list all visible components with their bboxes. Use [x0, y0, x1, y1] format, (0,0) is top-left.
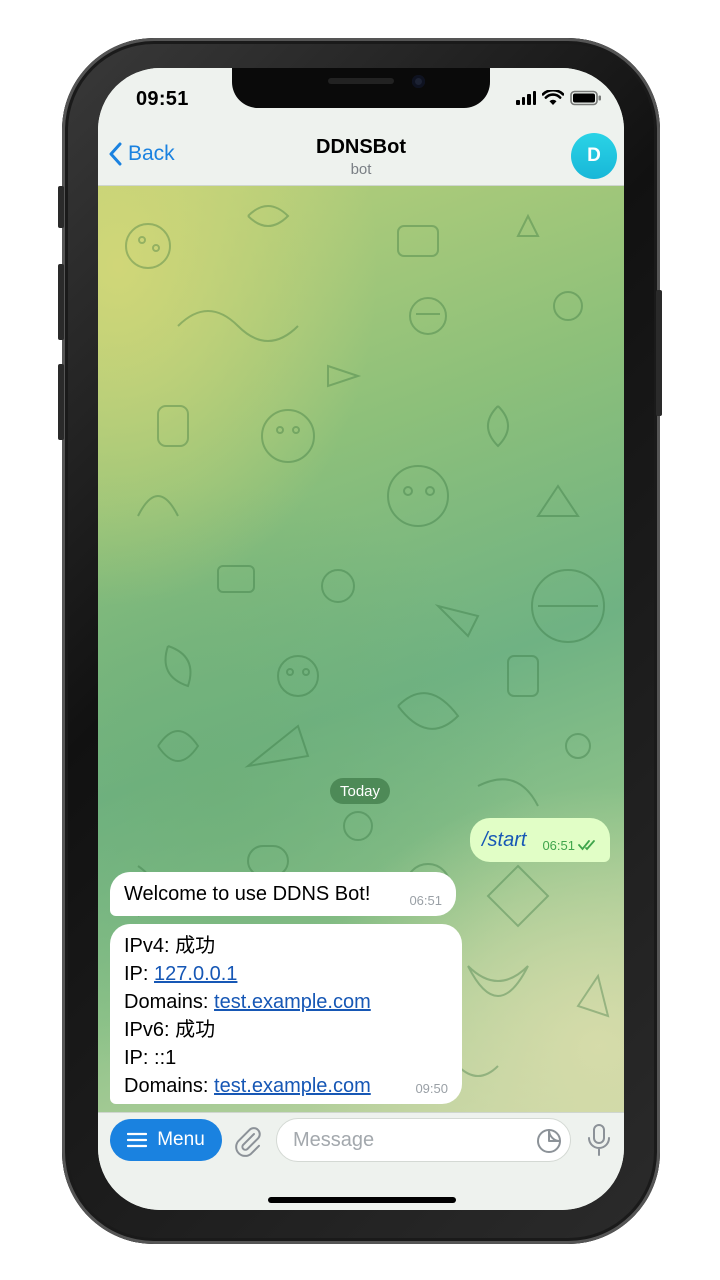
chat-area[interactable]: Today /start 06:51 Welcome to use DDNS B… — [98, 186, 624, 1112]
home-indicator[interactable] — [268, 1197, 456, 1203]
message-line: Domains: test.example.com — [124, 991, 371, 1013]
chat-subtitle: bot — [350, 161, 372, 178]
menu-button-label: Menu — [157, 1129, 205, 1150]
cellular-signal-icon — [516, 91, 536, 105]
notch — [232, 68, 490, 108]
status-icons — [516, 90, 602, 106]
message-line: Domains: test.example.com — [124, 1075, 371, 1097]
incoming-message[interactable]: Welcome to use DDNS Bot! 06:51 — [110, 872, 456, 916]
date-separator: Today — [330, 778, 391, 804]
microphone-icon[interactable] — [586, 1123, 612, 1157]
message-time: 06:51 — [542, 837, 575, 853]
sticker-icon[interactable] — [536, 1128, 562, 1154]
domain-link[interactable]: test.example.com — [214, 991, 371, 1013]
ip-link[interactable]: 127.0.0.1 — [154, 963, 237, 985]
avatar[interactable]: D — [571, 133, 617, 179]
message-line: IP: 127.0.0.1 — [124, 963, 238, 985]
message-time: 09:50 — [415, 1081, 448, 1096]
message-input-field — [276, 1118, 571, 1162]
volume-down-button — [58, 364, 64, 440]
double-check-icon — [578, 840, 595, 851]
battery-icon — [570, 90, 601, 106]
input-bar: Menu — [98, 1112, 624, 1210]
command-link[interactable]: /start — [482, 829, 526, 852]
message-time: 06:51 — [409, 893, 442, 908]
menu-button[interactable]: Menu — [110, 1119, 222, 1161]
wifi-icon — [542, 90, 564, 105]
message-line: IP: ::1 — [124, 1047, 177, 1069]
outgoing-message[interactable]: /start 06:51 — [470, 818, 610, 862]
status-time: 09:51 — [136, 88, 189, 110]
mute-switch — [58, 186, 64, 228]
message-text: Welcome to use DDNS Bot! — [124, 883, 371, 905]
earpiece-speaker — [328, 78, 394, 84]
chat-title[interactable]: DDNSBot — [98, 136, 624, 159]
hamburger-icon — [127, 1132, 148, 1148]
message-meta: 06:51 — [542, 838, 598, 853]
power-button — [656, 290, 662, 416]
volume-up-button — [58, 264, 64, 340]
chat-header: Back DDNSBot bot D — [98, 124, 624, 186]
incoming-message[interactable]: IPv4: 成功 IP: 127.0.0.1 Domains: test.exa… — [110, 924, 462, 1104]
message-line: IPv6: 成功 — [124, 1019, 216, 1041]
message-input[interactable] — [293, 1119, 533, 1161]
domain-link[interactable]: test.example.com — [214, 1075, 371, 1097]
message-line: IPv4: 成功 — [124, 935, 216, 957]
screen: 09:51 Back DDNSBot bot D Today /start 06… — [98, 68, 624, 1210]
front-camera — [412, 75, 425, 88]
paperclip-icon[interactable] — [232, 1125, 262, 1157]
